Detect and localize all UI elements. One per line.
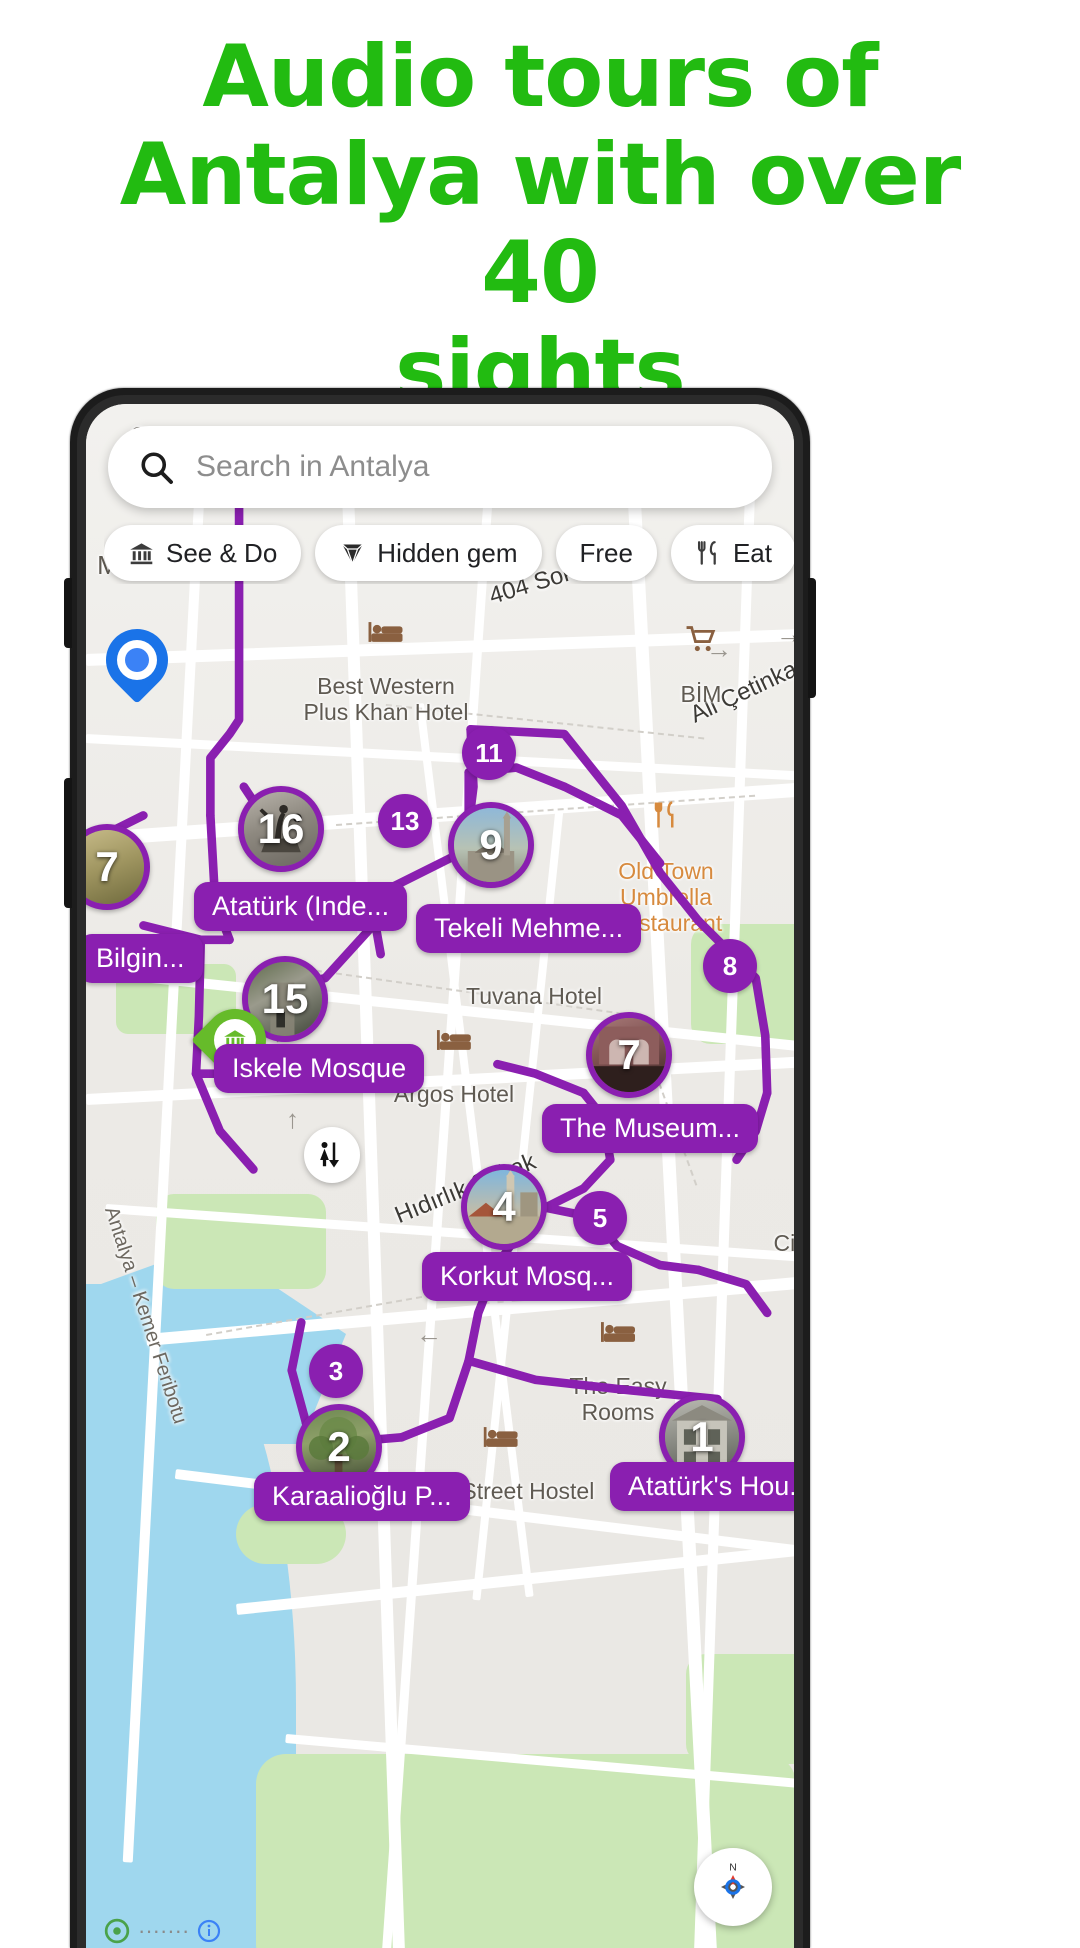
- chip-label: Eat: [732, 537, 772, 568]
- phone-mockup: ← ↑ ↖ ← → →: [64, 388, 816, 1948]
- marker-number: 15: [261, 975, 309, 1022]
- user-location-marker: [93, 616, 181, 704]
- map-attribution: ·······: [104, 1918, 221, 1944]
- restroom-widget-button[interactable]: [304, 1127, 360, 1183]
- phone-volume-up-button: [64, 578, 72, 648]
- tour-stop-marker-3[interactable]: 3: [309, 1344, 363, 1398]
- filter-chip-row[interactable]: See & Do Hidden gem Free Eat: [104, 522, 794, 584]
- tour-stop-marker-11[interactable]: 11: [462, 726, 516, 780]
- filter-chip-free[interactable]: Free: [555, 525, 657, 581]
- marker-label-iskele-mosque[interactable]: Iskele Mosque: [214, 1044, 425, 1093]
- bed-icon: [601, 1322, 635, 1342]
- map-water-lower: [86, 1584, 266, 1948]
- marker-number: 5: [592, 1202, 608, 1233]
- tour-stop-marker-5[interactable]: 5: [573, 1191, 627, 1245]
- user-location-core: [125, 648, 149, 672]
- marker-label-karaalioglu-park[interactable]: Karaalioğlu P...: [254, 1472, 470, 1521]
- filter-chip-hidden-gem[interactable]: Hidden gem: [315, 525, 542, 581]
- search-icon: [141, 452, 173, 484]
- chip-label: See & Do: [166, 537, 278, 568]
- marker-number: 7: [95, 843, 119, 890]
- marker-number: 1: [690, 1413, 714, 1460]
- map-canvas[interactable]: ← ↑ ↖ ← → →: [86, 404, 794, 1948]
- bed-icon: [436, 1030, 471, 1050]
- phone-screen: ← ↑ ↖ ← → →: [86, 404, 794, 1948]
- poi-label-bim: BİM: [681, 599, 721, 707]
- filter-chip-see-and-do[interactable]: See & Do: [104, 525, 302, 581]
- svg-text:N: N: [729, 1862, 737, 1874]
- diamond-icon: [342, 543, 364, 566]
- search-bar[interactable]: Search in Antalya: [108, 426, 772, 508]
- marker-number: 13: [390, 805, 420, 836]
- marker-number: 16: [257, 805, 305, 852]
- chip-label: Hidden gem: [377, 537, 518, 568]
- compass-icon: N: [721, 1862, 745, 1899]
- map-direction-arrow: ←: [416, 1319, 442, 1349]
- tour-stop-marker-8[interactable]: 8: [703, 939, 757, 993]
- tour-stop-marker-9[interactable]: 9: [448, 802, 534, 888]
- marker-label-korkut-mosque[interactable]: Korkut Mosq...: [422, 1252, 633, 1301]
- phone-power-button: [808, 578, 816, 698]
- tour-stop-marker-7-museum[interactable]: 7: [586, 1012, 672, 1098]
- page-title: Audio tours of Antalya with over 40 sigh…: [119, 27, 962, 422]
- marker-number: 9: [479, 821, 503, 868]
- tour-stop-marker-4[interactable]: 4: [461, 1164, 547, 1250]
- marker-label-ataturk-independence[interactable]: Atatürk (Inde...: [194, 882, 408, 931]
- marker-number: 7: [617, 1031, 641, 1078]
- fork-knife-icon: [697, 540, 716, 565]
- phone-volume-down-button: [64, 778, 72, 908]
- filter-chip-eat[interactable]: Eat: [670, 525, 794, 581]
- marker-number: 8: [722, 950, 738, 981]
- marker-label-bilgin[interactable]: Bilgin...: [86, 934, 203, 983]
- museum-icon: [130, 542, 153, 564]
- marker-number: 11: [475, 737, 503, 768]
- info-icon: [198, 1919, 221, 1943]
- marker-label-ataturks-house[interactable]: Atatürk's Hou...: [610, 1462, 794, 1511]
- bed-icon: [369, 622, 403, 642]
- map-direction-arrow: →: [776, 619, 794, 649]
- map-logo-icon: [104, 1918, 130, 1944]
- user-location-ring: [117, 640, 157, 680]
- map-direction-arrow: ↑: [286, 1104, 299, 1134]
- marker-label-tekeli-mehmet[interactable]: Tekeli Mehme...: [416, 904, 642, 953]
- marker-label-the-museum[interactable]: The Museum...: [542, 1104, 759, 1153]
- bed-icon: [483, 1427, 518, 1447]
- marker-number: 2: [327, 1423, 351, 1470]
- restaurant-icon: [654, 801, 674, 828]
- tour-stop-marker-13[interactable]: 13: [378, 794, 432, 848]
- marker-number: 3: [328, 1355, 344, 1386]
- poi-label-best-western: Best Western Plus Khan Hotel: [304, 594, 468, 725]
- chip-label: Free: [579, 537, 633, 568]
- marker-number: 4: [492, 1183, 516, 1230]
- compass-widget-button[interactable]: N: [694, 1848, 772, 1926]
- restroom-icon: [320, 1142, 339, 1168]
- search-input-placeholder: Search in Antalya: [196, 450, 430, 483]
- poi-label-cinar: Cinar: [773, 1229, 794, 1256]
- tour-stop-marker-7-left[interactable]: 7: [86, 824, 150, 910]
- tour-stop-marker-16[interactable]: 16: [238, 786, 324, 872]
- shopping-cart-icon: [686, 626, 716, 652]
- map-park: [156, 1194, 326, 1289]
